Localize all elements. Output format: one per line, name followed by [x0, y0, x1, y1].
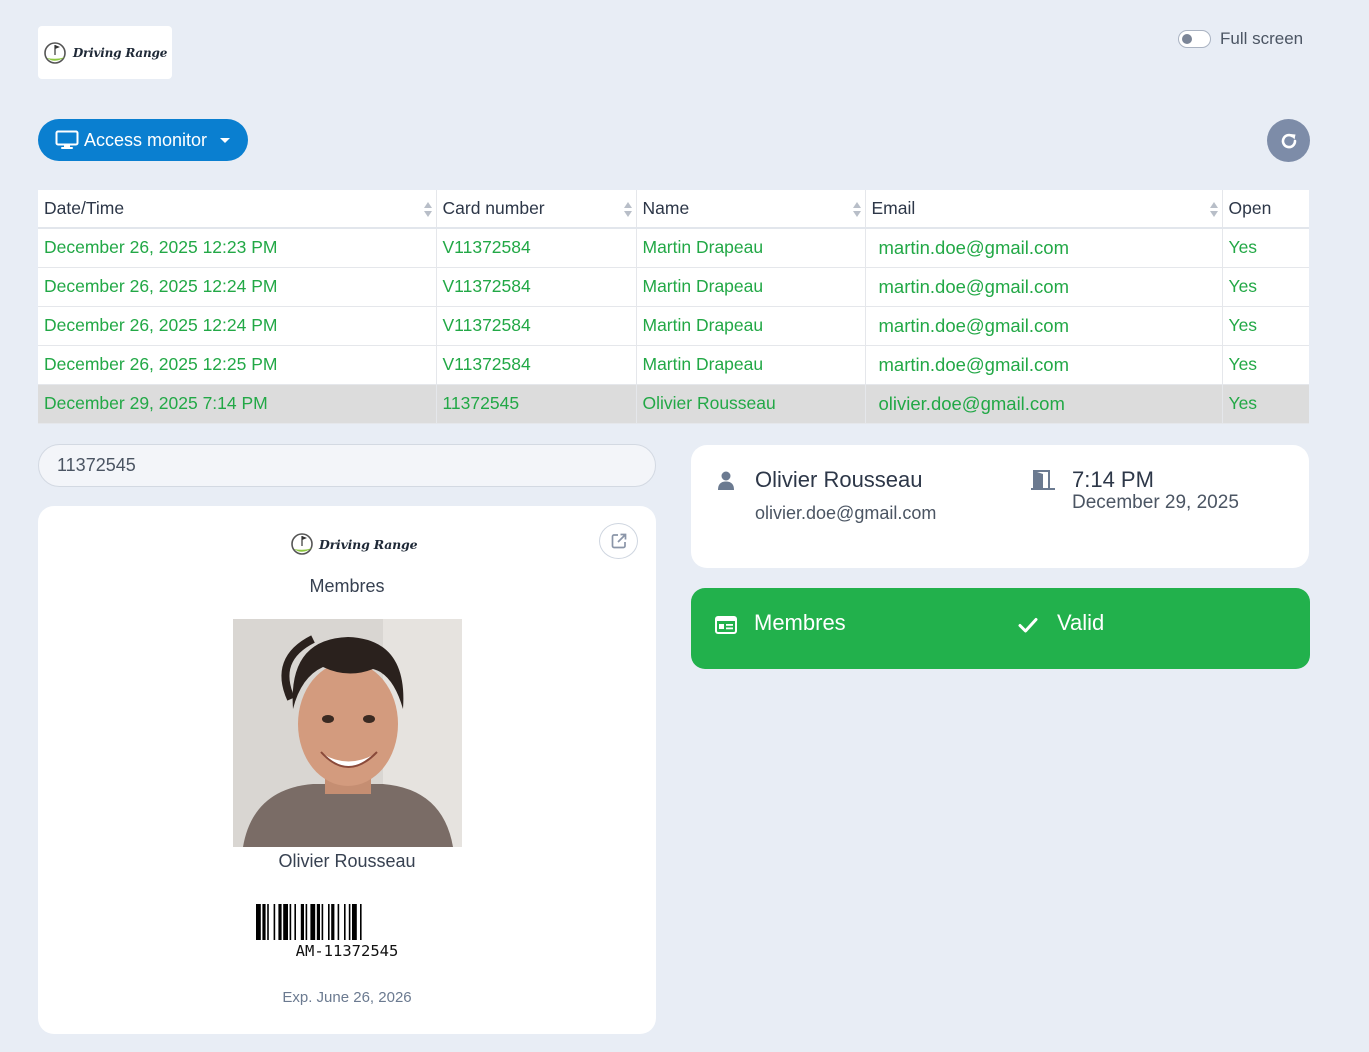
- sort-icon: [852, 202, 861, 217]
- card-member-name: Olivier Rousseau: [278, 851, 416, 871]
- card-category: Membres: [309, 576, 385, 596]
- cell-name: Martin Drapeau: [636, 345, 866, 385]
- barcode-bar: [262, 904, 266, 940]
- access-date: December 29, 2025: [1072, 492, 1239, 513]
- column-header-email[interactable]: Email: [865, 190, 1223, 229]
- cell-email: martin.doe@gmail.com: [865, 345, 1223, 385]
- table-row[interactable]: December 26, 2025 12:25 PM V11372584 Mar…: [38, 345, 1309, 385]
- cell-email: martin.doe@gmail.com: [865, 306, 1223, 346]
- cell-name: Martin Drapeau: [636, 306, 866, 346]
- barcode-bar: [348, 904, 351, 940]
- cell-card-number: 11372545: [436, 384, 637, 424]
- column-header-datetime[interactable]: Date/Time: [38, 190, 437, 229]
- table-row-selected[interactable]: December 29, 2025 7:14 PM 11372545 Olivi…: [38, 384, 1309, 424]
- cell-datetime: December 26, 2025 12:24 PM: [38, 267, 437, 307]
- status-category: Membres: [754, 610, 846, 635]
- barcode-bar: [300, 904, 304, 940]
- cell-name: Martin Drapeau: [636, 228, 866, 268]
- visitor-info-panel: Olivier Rousseau olivier.doe@gmail.com 7…: [691, 445, 1309, 568]
- cell-datetime: December 26, 2025 12:24 PM: [38, 306, 437, 346]
- external-link-icon: [611, 533, 626, 549]
- app-logo: Driving Range: [38, 26, 172, 79]
- open-external-button[interactable]: [599, 523, 638, 559]
- cell-email: olivier.doe@gmail.com: [865, 384, 1223, 424]
- golf-logo-icon: [291, 533, 313, 555]
- barcode-bar: [321, 904, 324, 940]
- refresh-button[interactable]: [1267, 119, 1310, 162]
- access-monitor-button[interactable]: Access monitor: [38, 119, 248, 161]
- cell-datetime: December 26, 2025 12:25 PM: [38, 345, 437, 385]
- cell-name: Martin Drapeau: [636, 267, 866, 307]
- card-expiry: Exp. June 26, 2026: [282, 989, 412, 1006]
- barcode-bar: [294, 904, 296, 940]
- table-row[interactable]: December 26, 2025 12:23 PM V11372584 Mar…: [38, 228, 1309, 268]
- sort-icon: [623, 202, 632, 217]
- refresh-icon: [1281, 133, 1296, 148]
- barcode: [256, 904, 362, 940]
- door-open-icon: [1031, 470, 1055, 490]
- cell-datetime: December 29, 2025 7:14 PM: [38, 384, 437, 424]
- fullscreen-label: Full screen: [1220, 29, 1304, 48]
- access-monitor-label: Access monitor: [84, 129, 208, 150]
- member-photo-image: [233, 619, 462, 847]
- golf-logo-icon: [44, 41, 66, 64]
- cell-open: Yes: [1222, 345, 1309, 385]
- sort-icon: [423, 202, 432, 217]
- id-card-icon: [715, 616, 737, 634]
- cell-open: Yes: [1222, 228, 1309, 268]
- barcode-bar: [328, 904, 330, 940]
- barcode-bar: [289, 904, 292, 940]
- sort-icon: [1209, 202, 1218, 217]
- monitor-icon: [55, 130, 79, 149]
- table-row[interactable]: December 26, 2025 12:24 PM V11372584 Mar…: [38, 267, 1309, 307]
- barcode-bar: [310, 904, 316, 940]
- check-icon: [1018, 618, 1038, 633]
- card-number-input[interactable]: [38, 444, 656, 487]
- logo-text: Driving Range: [72, 45, 168, 60]
- toggle-switch[interactable]: [1178, 30, 1211, 48]
- user-icon: [718, 471, 734, 490]
- cell-card-number: V11372584: [436, 267, 637, 307]
- barcode-number: AM-11372545: [295, 942, 399, 960]
- visitor-name: Olivier Rousseau: [755, 467, 923, 492]
- column-header-name[interactable]: Name: [636, 190, 866, 229]
- cell-name: Olivier Rousseau: [636, 384, 866, 424]
- access-log-table: Date/Time Card number Name Email Open De…: [38, 190, 1309, 424]
- table-row[interactable]: December 26, 2025 12:24 PM V11372584 Mar…: [38, 306, 1309, 346]
- card-logo: Driving Range: [290, 530, 418, 558]
- fullscreen-toggle[interactable]: Full screen: [1178, 28, 1303, 50]
- cell-open: Yes: [1222, 384, 1309, 424]
- visitor-email: olivier.doe@gmail.com: [755, 503, 937, 523]
- barcode-bar: [316, 904, 320, 940]
- barcode-bar: [273, 904, 276, 940]
- table-header-row: Date/Time Card number Name Email Open: [38, 190, 1309, 229]
- barcode-bar: [305, 904, 308, 940]
- barcode-bar: [337, 904, 340, 940]
- cell-card-number: V11372584: [436, 345, 637, 385]
- cell-card-number: V11372584: [436, 306, 637, 346]
- member-photo: [233, 619, 462, 847]
- access-time: 7:14 PM: [1072, 467, 1154, 492]
- member-card: Driving Range Membres Olivier Rousseau A…: [38, 506, 656, 1034]
- cell-email: martin.doe@gmail.com: [865, 267, 1223, 307]
- cell-open: Yes: [1222, 306, 1309, 346]
- column-header-card-number[interactable]: Card number: [436, 190, 637, 229]
- access-status-bar: Membres Valid: [691, 588, 1310, 669]
- barcode-bar: [331, 904, 335, 940]
- barcode-bar: [267, 904, 269, 940]
- cell-card-number: V11372584: [436, 228, 637, 268]
- column-header-open[interactable]: Open: [1222, 190, 1309, 229]
- barcode-bar: [283, 904, 288, 940]
- barcode-bar: [352, 904, 357, 940]
- barcode-bar: [344, 904, 346, 940]
- barcode-bar: [278, 904, 282, 940]
- cell-datetime: December 26, 2025 12:23 PM: [38, 228, 437, 268]
- card-logo-text: Driving Range: [319, 536, 418, 552]
- cell-open: Yes: [1222, 267, 1309, 307]
- cell-email: martin.doe@gmail.com: [865, 228, 1223, 268]
- chevron-down-icon: [220, 137, 231, 143]
- status-result: Valid: [1057, 610, 1105, 635]
- barcode-bar: [360, 904, 362, 940]
- barcode-bar: [256, 904, 261, 940]
